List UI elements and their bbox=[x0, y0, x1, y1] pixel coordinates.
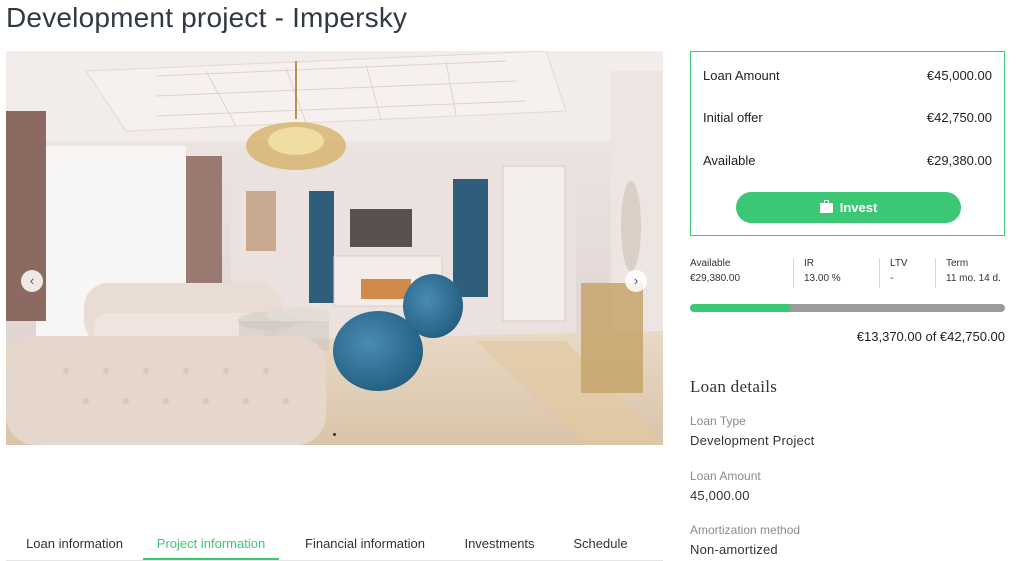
tab-investments[interactable]: Investments bbox=[451, 528, 548, 560]
loan-amount-value: €45,000.00 bbox=[926, 68, 992, 83]
stat-label: Term bbox=[946, 258, 969, 269]
available-value: €29,380.00 bbox=[926, 153, 992, 168]
initial-offer-row: Initial offer €42,750.00 bbox=[703, 110, 992, 125]
gallery-prev-button[interactable]: ‹ bbox=[21, 270, 43, 292]
tab-schedule[interactable]: Schedule bbox=[548, 528, 653, 560]
stat-divider bbox=[879, 258, 880, 288]
stat-divider bbox=[793, 258, 794, 288]
stat-divider bbox=[935, 258, 936, 288]
tab-loan-information[interactable]: Loan information bbox=[6, 528, 143, 560]
loan-amount-row: Loan Amount €45,000.00 bbox=[703, 68, 992, 83]
stat-label: Available bbox=[690, 258, 731, 269]
page-title: Development project - Impersky bbox=[6, 2, 408, 33]
available-row: Available €29,380.00 bbox=[703, 153, 992, 168]
stat-ltv: LTV - bbox=[890, 258, 908, 290]
loan-type-value: Development Project bbox=[690, 433, 815, 448]
project-photo bbox=[6, 51, 663, 445]
stat-value: €29,380.00 bbox=[690, 273, 741, 284]
stat-value: 13.00 % bbox=[804, 273, 841, 284]
funding-progress-bar bbox=[690, 304, 1005, 312]
tab-financial-information[interactable]: Financial information bbox=[279, 528, 451, 560]
project-image-gallery[interactable]: ‹ › bbox=[6, 51, 663, 445]
project-tabs: Loan information Project information Fin… bbox=[6, 528, 663, 561]
loan-amount-detail-value: 45,000.00 bbox=[690, 488, 750, 503]
available-label: Available bbox=[703, 153, 756, 168]
loan-type-label: Loan Type bbox=[690, 414, 746, 428]
funding-progress-fill bbox=[690, 304, 789, 312]
investment-summary-box: Loan Amount €45,000.00 Initial offer €42… bbox=[690, 51, 1005, 236]
stat-value: 11 mo. 14 d. bbox=[946, 273, 1001, 284]
stat-value: - bbox=[890, 273, 894, 284]
tab-project-information[interactable]: Project information bbox=[143, 528, 279, 560]
initial-offer-value: €42,750.00 bbox=[926, 110, 992, 125]
loan-amount-label: Loan Amount bbox=[703, 68, 780, 83]
gallery-pagination bbox=[6, 423, 663, 441]
amortization-method-label: Amortization method bbox=[690, 523, 801, 537]
stat-term: Term 11 mo. 14 d. bbox=[946, 258, 1001, 290]
invest-button[interactable]: Invest bbox=[736, 192, 961, 223]
funding-progress-text: €13,370.00 of €42,750.00 bbox=[856, 329, 1005, 344]
amortization-method-value: Non-amortized bbox=[690, 542, 778, 557]
invest-button-label: Invest bbox=[839, 200, 878, 215]
loan-amount-detail-label: Loan Amount bbox=[690, 469, 761, 483]
gallery-next-button[interactable]: › bbox=[625, 270, 647, 292]
briefcase-icon bbox=[819, 199, 833, 213]
stat-label: IR bbox=[804, 258, 814, 269]
stat-interest-rate: IR 13.00 % bbox=[804, 258, 841, 290]
stat-label: LTV bbox=[890, 258, 908, 269]
stat-available: Available €29,380.00 bbox=[690, 258, 740, 290]
loan-details-heading: Loan details bbox=[690, 377, 778, 396]
gallery-dot[interactable] bbox=[333, 433, 336, 436]
loan-stats: Available €29,380.00 IR 13.00 % LTV - Te… bbox=[690, 258, 1005, 290]
initial-offer-label: Initial offer bbox=[703, 110, 763, 125]
